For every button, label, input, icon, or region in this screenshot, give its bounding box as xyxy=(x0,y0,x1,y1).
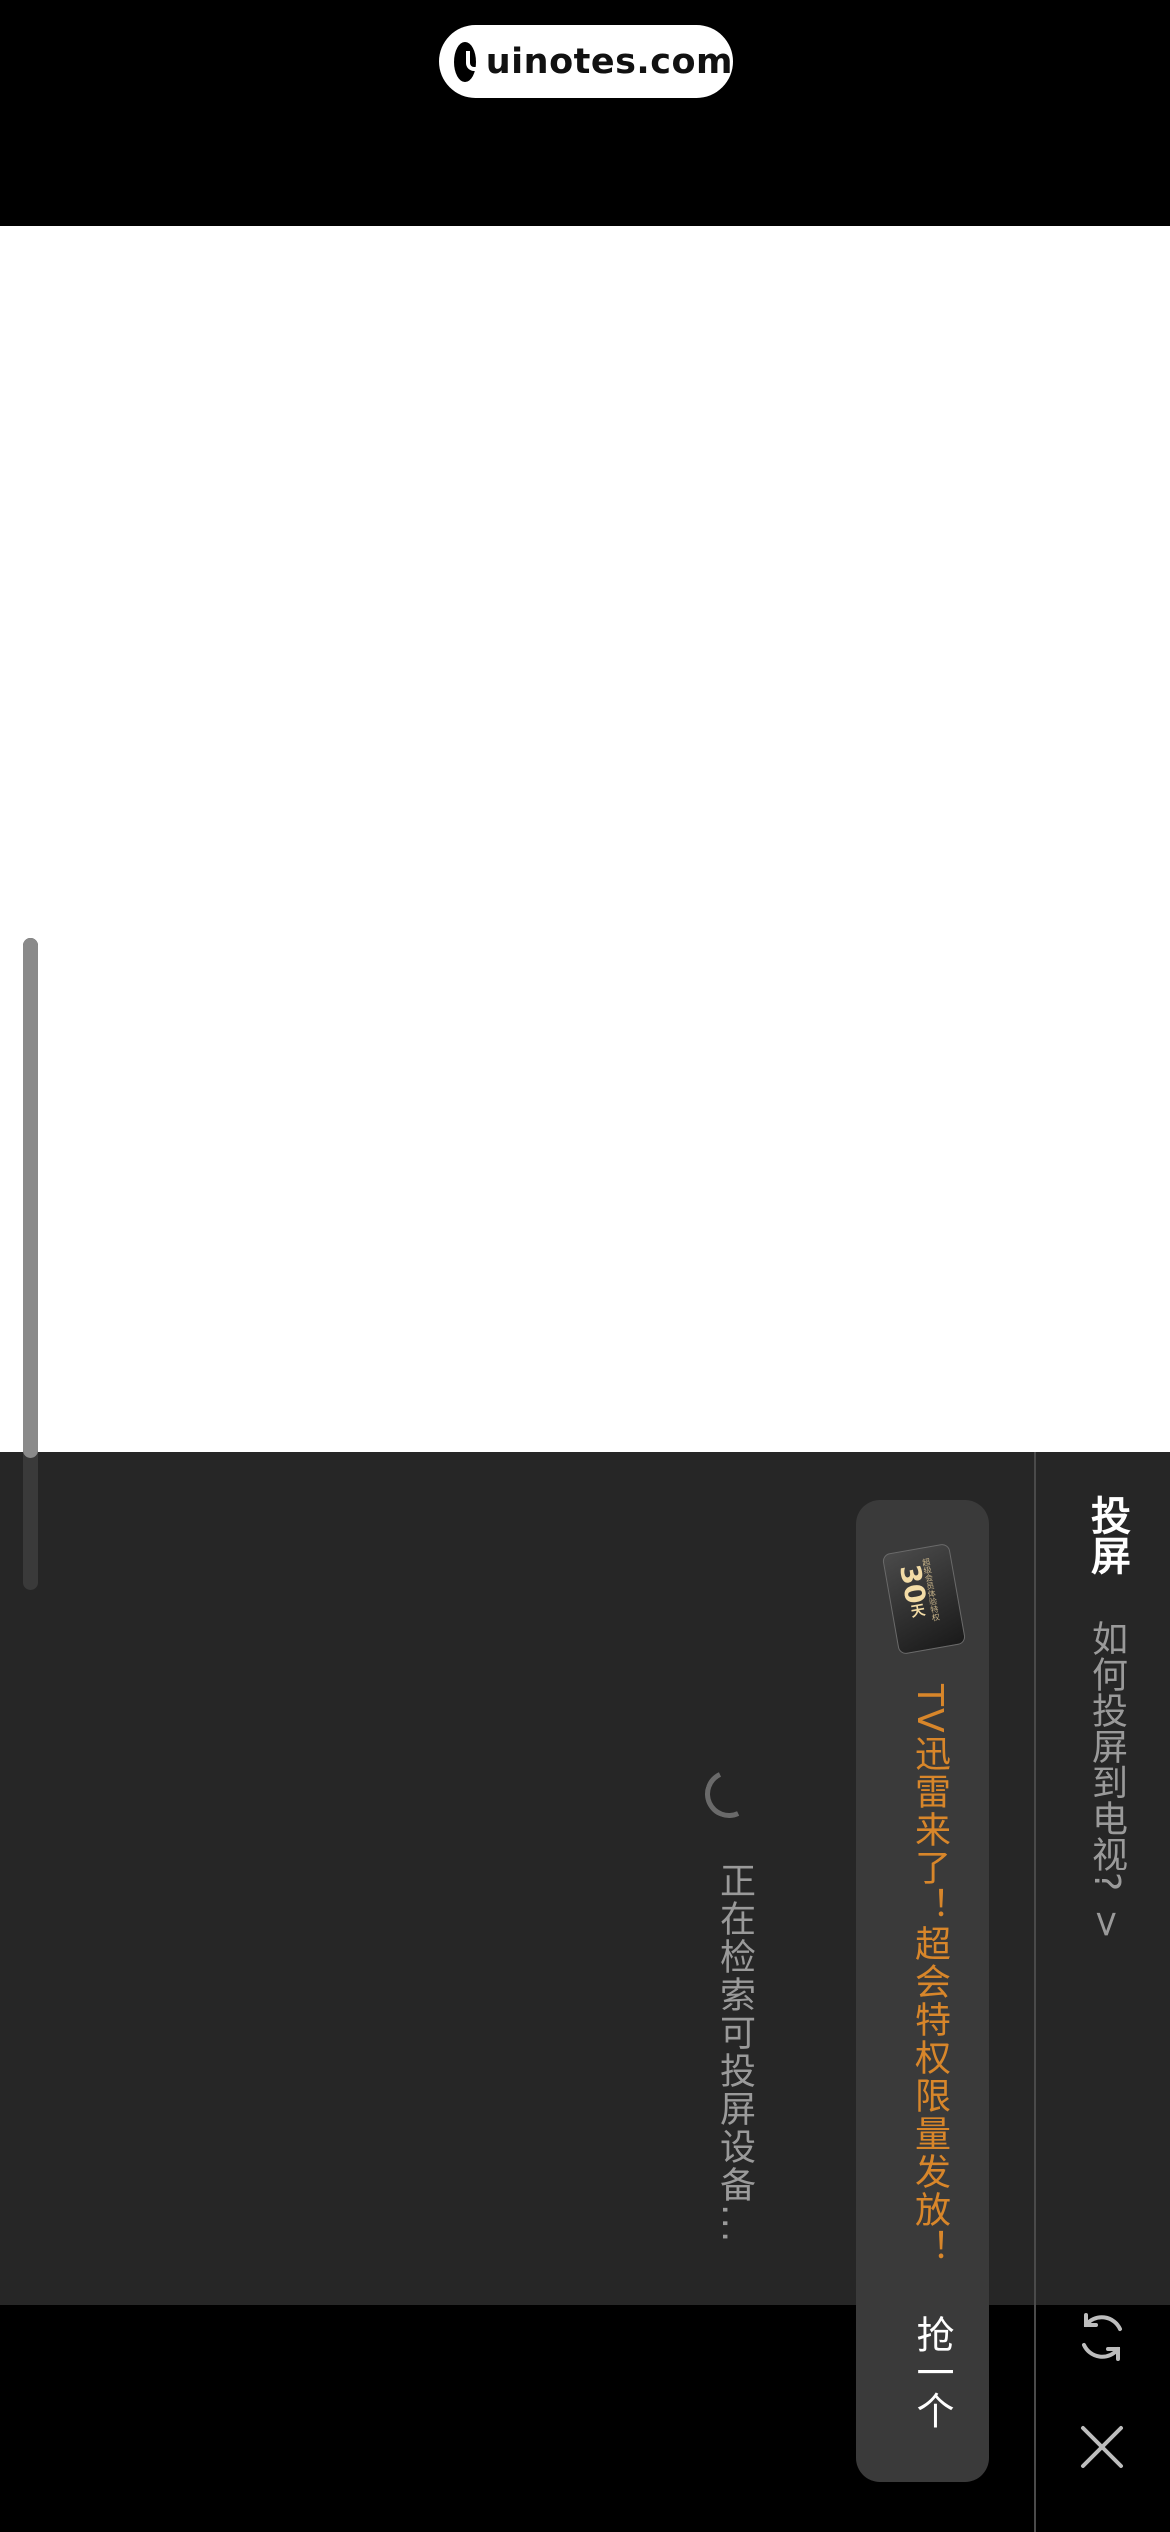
watermark-badge: uinotes.com xyxy=(439,25,733,98)
how-to-cast-label: 如何投屏到电视? xyxy=(1086,1620,1127,1892)
bottom-bar xyxy=(0,2305,1170,2532)
promo-text: TV迅雷来了！超会特权限量发放！ xyxy=(909,1684,950,2267)
close-icon[interactable] xyxy=(1075,2420,1129,2474)
uinotes-logo-icon xyxy=(454,41,486,82)
video-area[interactable] xyxy=(0,226,1170,1452)
top-bar: uinotes.com xyxy=(0,0,1170,226)
chevron-right-icon: > xyxy=(1086,1908,1127,1939)
grab-button[interactable]: 抢一个 xyxy=(905,2315,960,2429)
searching-status: 正在检索可投屏设备... xyxy=(714,1862,755,2245)
cast-panel xyxy=(0,1452,1170,2305)
refresh-icon[interactable] xyxy=(1070,2305,1134,2369)
watermark-brand: uinotes.com xyxy=(485,41,733,82)
scroll-thumb[interactable] xyxy=(23,938,38,1458)
panel-title: 投屏 xyxy=(1084,1495,1130,1575)
how-to-cast-link[interactable]: 如何投屏到电视? > xyxy=(1080,1620,1132,1939)
header-divider xyxy=(1034,1452,1036,2532)
